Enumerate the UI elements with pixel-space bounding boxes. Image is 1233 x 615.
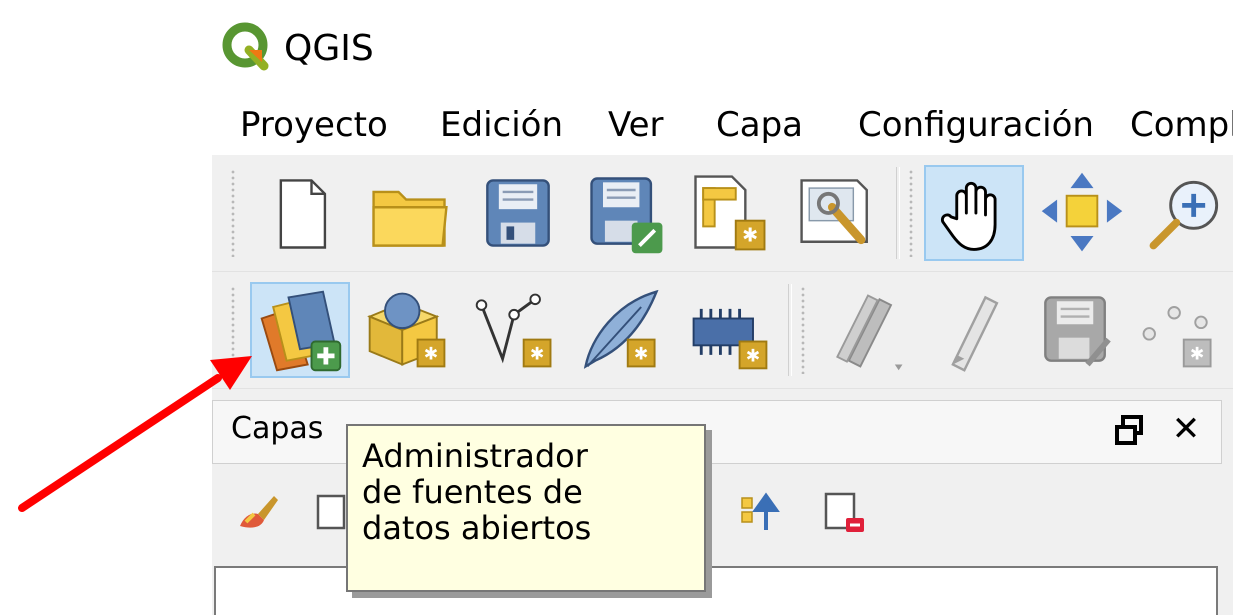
float-panel-icon[interactable] [1113,413,1145,447]
svg-text:✱: ✱ [746,347,760,367]
menu-bar: Proyecto Edición Ver Capa Configuración … [212,95,1233,155]
current-edits-icon [836,294,903,371]
menu-configuracion[interactable]: Configuración [858,105,1094,145]
open-project-button[interactable] [360,165,460,261]
menu-complementos[interactable]: Compl [1130,105,1233,145]
data-source-toolbar: ✱ ✱ ✱ ✱ ✱ [212,272,1233,389]
toolbar-separator [896,167,900,259]
menu-edicion[interactable]: Edición [440,105,563,145]
save-project-icon [486,179,550,247]
tooltip: Administrador de fuentes de datos abiert… [346,424,706,592]
style-paintbrush-icon [240,496,278,528]
window-title: QGIS [284,28,374,69]
pan-to-selection-icon [1041,172,1123,252]
toolbar-grip[interactable] [908,169,914,257]
current-edits-button[interactable] [818,282,918,378]
open-layer-styling-button[interactable] [236,490,280,534]
svg-text:✱: ✱ [1190,345,1204,365]
save-project-button[interactable] [468,165,568,261]
title-bar: QGIS [212,0,1233,95]
save-as-icon [590,177,663,254]
pan-to-selection-button[interactable] [1032,165,1132,261]
toggle-editing-icon [951,295,999,372]
save-as-button[interactable] [576,165,676,261]
layout-manager-icon [800,179,868,245]
menu-proyecto[interactable]: Proyecto [240,105,388,145]
remove-layer-button[interactable] [822,490,866,534]
toolbar-grip[interactable] [800,286,806,374]
save-layer-edits-icon [1044,296,1111,367]
svg-text:✱: ✱ [742,224,758,247]
new-print-layout-button[interactable]: ✱ [680,165,780,261]
project-toolbar: ✱ [212,155,1233,272]
remove-layer-icon [824,492,864,532]
pan-hand-icon [940,181,997,251]
new-project-icon [279,179,327,249]
digitize-points-icon: ✱ [1142,306,1212,368]
svg-text:✱: ✱ [424,345,438,365]
new-spatialite-layer-button[interactable]: ✱ [572,282,672,378]
new-geopackage-layer-icon: ✱ [367,292,446,368]
new-project-button[interactable] [250,165,350,261]
toggle-editing-button[interactable] [922,282,1022,378]
svg-text:✱: ✱ [634,345,648,365]
pan-map-button[interactable] [924,165,1024,261]
new-temporary-layer-button[interactable]: ✱ [680,282,780,378]
new-print-layout-icon: ✱ [694,175,766,251]
tooltip-text: Administrador de fuentes de datos abiert… [362,437,592,547]
data-source-manager-icon [260,290,342,372]
layout-manager-button[interactable] [788,165,888,261]
new-shapefile-layer-button[interactable]: ✱ [466,282,566,378]
close-panel-icon[interactable]: ✕ [1168,409,1204,449]
data-source-manager-button[interactable] [250,282,350,378]
toolbar-separator [788,284,792,376]
toolbar-grip[interactable] [230,286,236,374]
menu-ver[interactable]: Ver [608,105,664,145]
toolbar-grip[interactable] [230,169,236,257]
move-layer-up-button[interactable] [738,490,782,534]
save-layer-edits-button[interactable] [1026,282,1126,378]
svg-text:✱: ✱ [530,345,544,365]
new-geopackage-layer-button[interactable]: ✱ [358,282,458,378]
qgis-logo-icon [222,22,269,71]
new-shapefile-layer-icon: ✱ [475,293,552,368]
digitize-points-button[interactable]: ✱ [1128,282,1228,378]
open-project-icon [372,190,448,247]
menu-capa[interactable]: Capa [716,105,803,145]
zoom-in-button[interactable] [1136,165,1233,261]
new-temporary-layer-icon: ✱ [692,308,768,370]
move-up-icon [741,492,780,530]
layers-panel-title: Capas [231,411,324,446]
zoom-in-icon [1149,180,1219,250]
new-spatialite-layer-icon: ✱ [583,289,659,369]
